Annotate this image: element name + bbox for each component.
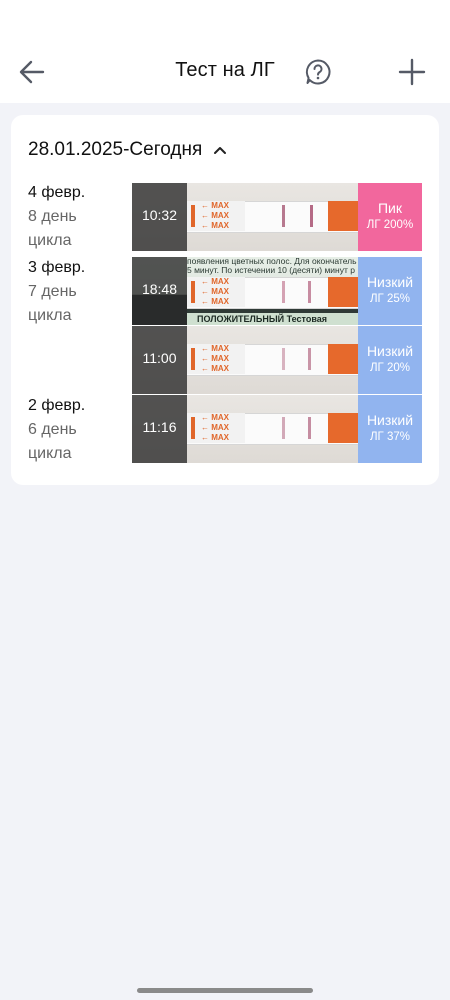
help-button[interactable] <box>300 54 336 90</box>
date-range-toggle[interactable]: 28.01.2025-Сегодня <box>28 139 228 161</box>
top-bar: Тест на ЛГ <box>0 0 450 103</box>
entry-time: 11:16 <box>142 419 177 435</box>
entry-time: 10:32 <box>141 207 178 223</box>
day-label: 4 февр. 8 день цикла <box>28 181 85 253</box>
test-strip-photo: ← MAX ← MAX ← MAX 11:00 <box>132 326 358 394</box>
cycle-day: 6 день <box>28 421 77 438</box>
day-label: 3 февр. 7 день цикла <box>28 256 85 328</box>
cycle-day-suffix: цикла <box>28 445 72 462</box>
result-badge: Низкий ЛГ 37% <box>358 395 422 463</box>
strip-handle <box>328 277 358 307</box>
chevron-up-icon <box>214 147 227 154</box>
result-badge: Пик ЛГ 200% <box>358 183 422 251</box>
result-lh: ЛГ 200% <box>366 219 414 231</box>
cycle-day: 7 день <box>28 283 77 300</box>
day-date: 3 февр. <box>28 259 86 276</box>
strip-handle <box>328 344 358 374</box>
photo-positive-label: ПОЛОЖИТЕЛЬНЫЙ Тестовая <box>187 313 358 325</box>
question-circle-icon <box>305 59 331 85</box>
cycle-day: 8 день <box>28 208 77 225</box>
strip-handle <box>328 201 358 231</box>
result-level: Низкий <box>366 412 414 428</box>
test-strip-photo: ← MAX ← MAX ← MAX 10:32 <box>132 183 358 251</box>
strip-max-marker: ← MAX ← MAX ← MAX <box>187 344 245 374</box>
test-entry[interactable]: ← MAX ← MAX ← MAX 11:16 Низкий ЛГ 37% <box>132 395 422 463</box>
page-title: Тест на ЛГ <box>175 59 275 81</box>
result-lh: ЛГ 25% <box>370 293 410 305</box>
test-strip-photo: ← MAX ← MAX ← MAX 11:16 <box>132 395 358 463</box>
lh-test-history-card: 28.01.2025-Сегодня 4 февр. 8 день цикла … <box>11 115 439 485</box>
entry-time: 18:48 <box>141 281 178 297</box>
test-entry[interactable]: появления цветных полос. Для окончатель … <box>132 257 422 325</box>
result-level: Низкий <box>366 274 414 290</box>
result-lh: ЛГ 37% <box>370 431 410 443</box>
day-label: 2 февр. 6 день цикла <box>28 394 85 466</box>
test-entry[interactable]: ← MAX ← MAX ← MAX 11:00 Низкий ЛГ 20% <box>132 326 422 394</box>
day-date: 4 февр. <box>28 184 86 201</box>
date-range-label: 28.01.2025-Сегодня <box>28 139 203 160</box>
result-badge: Низкий ЛГ 25% <box>358 257 422 325</box>
add-test-button[interactable] <box>394 54 430 90</box>
result-level: Пик <box>377 200 402 216</box>
strip-max-marker: ← MAX ← MAX ← MAX <box>187 201 245 231</box>
cycle-day-suffix: цикла <box>28 307 72 324</box>
result-badge: Низкий ЛГ 20% <box>358 326 422 394</box>
strip-handle <box>328 413 358 443</box>
entry-time: 11:00 <box>142 350 177 366</box>
day-date: 2 февр. <box>28 397 86 414</box>
photo-printed-text: появления цветных полос. Для окончатель … <box>187 257 357 275</box>
plus-icon <box>398 58 426 86</box>
result-lh: ЛГ 20% <box>370 362 410 374</box>
test-entry[interactable]: ← MAX ← MAX ← MAX 10:32 Пик ЛГ 200% <box>132 183 422 251</box>
cycle-day-suffix: цикла <box>28 232 72 249</box>
home-indicator[interactable] <box>137 988 313 993</box>
result-level: Низкий <box>366 343 414 359</box>
test-strip-photo: появления цветных полос. Для окончатель … <box>132 257 358 325</box>
strip-max-marker: ← MAX ← MAX ← MAX <box>187 413 245 443</box>
strip-max-marker: ← MAX ← MAX ← MAX <box>187 277 245 307</box>
